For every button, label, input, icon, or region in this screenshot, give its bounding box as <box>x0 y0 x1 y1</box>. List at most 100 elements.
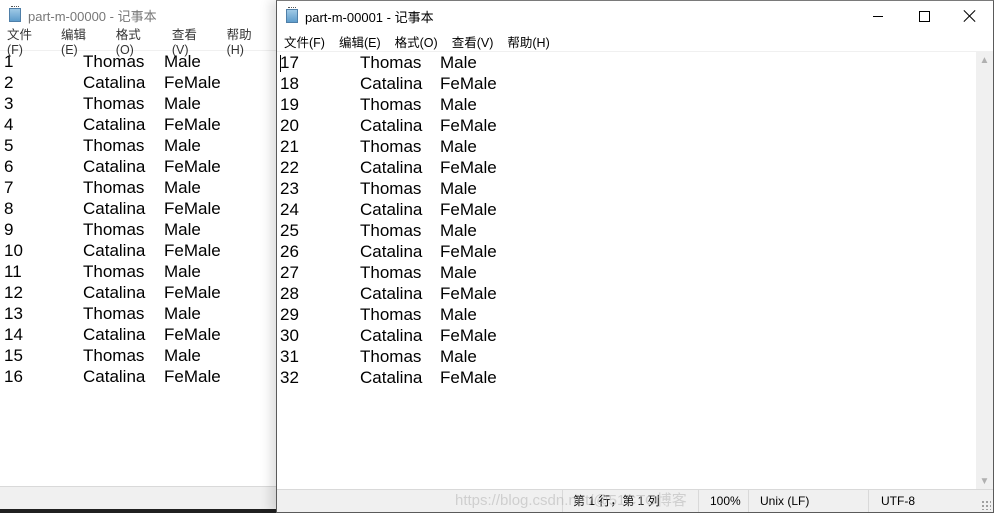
status-zoom: 100% <box>698 490 748 512</box>
menu-help[interactable]: 帮助(H) <box>503 32 553 51</box>
line-gender: FeMale <box>440 158 497 177</box>
scroll-up-icon[interactable]: ▲ <box>976 52 993 69</box>
status-line-ending: Unix (LF) <box>748 490 868 512</box>
resize-grip-icon[interactable] <box>981 500 991 510</box>
text-line: 20 Catalina FeMale <box>277 115 993 136</box>
line-gender: FeMale <box>164 367 221 386</box>
line-id: 12 <box>4 283 23 302</box>
line-gender: FeMale <box>440 368 497 387</box>
line-id: 1 <box>4 52 14 71</box>
notepad-window-back[interactable]: part-m-00000 - 记事本 文件(F) 编辑(E) 格式(O) 查看(… <box>0 0 278 509</box>
scroll-down-icon[interactable]: ▼ <box>976 473 993 490</box>
line-id: 5 <box>4 136 14 155</box>
maximize-button[interactable] <box>901 1 947 31</box>
line-gender: Male <box>164 52 201 71</box>
line-gender: FeMale <box>164 199 221 218</box>
text-line: 23 Thomas Male <box>277 178 993 199</box>
line-gender: Male <box>164 220 201 239</box>
line-id: 9 <box>4 220 14 239</box>
line-id: 16 <box>4 367 23 386</box>
menu-format[interactable]: 格式(O) <box>391 32 442 51</box>
line-gender: Male <box>164 178 201 197</box>
line-gender: FeMale <box>440 242 497 261</box>
text-line: 10 Catalina FeMale <box>0 240 278 261</box>
line-name: Thomas <box>360 53 422 72</box>
text-line: 15 Thomas Male <box>0 345 278 366</box>
line-gender: Male <box>440 305 477 324</box>
menu-file[interactable]: 文件(F) <box>280 32 329 51</box>
line-gender: Male <box>440 179 477 198</box>
line-name: Catalina <box>360 116 423 135</box>
line-gender: Male <box>440 263 477 282</box>
line-gender: Male <box>440 347 477 366</box>
line-gender: Male <box>440 137 477 156</box>
line-name: Thomas <box>83 94 145 113</box>
line-name: Thomas <box>360 137 422 156</box>
close-icon <box>964 10 976 22</box>
line-name: Thomas <box>360 347 422 366</box>
status-bar: 第 1 行，第 1 列 100% Unix (LF) UTF-8 <box>277 489 993 512</box>
line-name: Thomas <box>83 220 145 239</box>
line-id: 15 <box>4 346 23 365</box>
text-line: 28 Catalina FeMale <box>277 283 993 304</box>
title-bar: part-m-00000 - 记事本 <box>0 0 278 30</box>
line-gender: FeMale <box>440 284 497 303</box>
menu-bar: 文件(F) 编辑(E) 格式(O) 查看(V) 帮助(H) <box>277 31 993 51</box>
menu-view[interactable]: 查看(V) <box>448 32 498 51</box>
line-name: Catalina <box>360 158 423 177</box>
line-id: 24 <box>280 200 299 219</box>
line-id: 6 <box>4 157 14 176</box>
text-line: 5 Thomas Male <box>0 135 278 156</box>
text-editor[interactable]: 17 Thomas Male 18 Catalina FeMale 19 Thomas Male… <box>277 52 993 388</box>
line-id: 26 <box>280 242 299 261</box>
window-title: part-m-00000 - 记事本 <box>28 8 157 24</box>
line-name: Catalina <box>360 284 423 303</box>
status-bar <box>0 486 278 509</box>
text-line: 9 Thomas Male <box>0 219 278 240</box>
line-name: Catalina <box>83 325 146 344</box>
line-id: 28 <box>280 284 299 303</box>
text-line: 2 Catalina FeMale <box>0 72 278 93</box>
line-name: Catalina <box>83 367 146 386</box>
line-gender: FeMale <box>440 116 497 135</box>
line-id: 14 <box>4 325 23 344</box>
menu-edit[interactable]: 编辑(E) <box>335 32 385 51</box>
text-line: 12 Catalina FeMale <box>0 282 278 303</box>
line-name: Thomas <box>360 179 422 198</box>
text-line: 3 Thomas Male <box>0 93 278 114</box>
line-id: 21 <box>280 137 299 156</box>
notepad-icon <box>9 6 21 22</box>
vertical-scrollbar[interactable]: ▲ ▼ <box>976 52 993 490</box>
line-id: 10 <box>4 241 23 260</box>
line-name: Catalina <box>83 199 146 218</box>
text-line: 32 Catalina FeMale <box>277 367 993 388</box>
line-id: 2 <box>4 73 14 92</box>
line-id: 25 <box>280 221 299 240</box>
line-gender: FeMale <box>164 115 221 134</box>
line-id: 32 <box>280 368 299 387</box>
window-title: part-m-00001 - 记事本 <box>305 9 434 25</box>
line-name: Catalina <box>360 200 423 219</box>
text-line: 7 Thomas Male <box>0 177 278 198</box>
text-editor[interactable]: 1 Thomas Male 2 Catalina FeMale 3 Thomas Male 4 Ca… <box>0 51 278 387</box>
text-line: 18 Catalina FeMale <box>277 73 993 94</box>
minimize-icon <box>873 15 883 17</box>
line-id: 17 <box>280 53 299 72</box>
maximize-icon <box>918 10 930 22</box>
line-id: 11 <box>4 262 22 281</box>
line-gender: FeMale <box>440 74 497 93</box>
line-gender: Male <box>164 136 201 155</box>
text-line: 6 Catalina FeMale <box>0 156 278 177</box>
notepad-window-front[interactable]: part-m-00001 - 记事本 文件(F) 编辑(E) 格式(O) 查看(… <box>276 0 994 513</box>
line-id: 20 <box>280 116 299 135</box>
line-id: 3 <box>4 94 14 113</box>
line-name: Catalina <box>360 242 423 261</box>
line-name: Thomas <box>83 52 145 71</box>
line-gender: Male <box>440 221 477 240</box>
text-line: 22 Catalina FeMale <box>277 157 993 178</box>
line-id: 30 <box>280 326 299 345</box>
line-name: Thomas <box>83 262 145 281</box>
window-controls <box>855 1 993 31</box>
close-button[interactable] <box>947 1 993 31</box>
minimize-button[interactable] <box>855 1 901 31</box>
